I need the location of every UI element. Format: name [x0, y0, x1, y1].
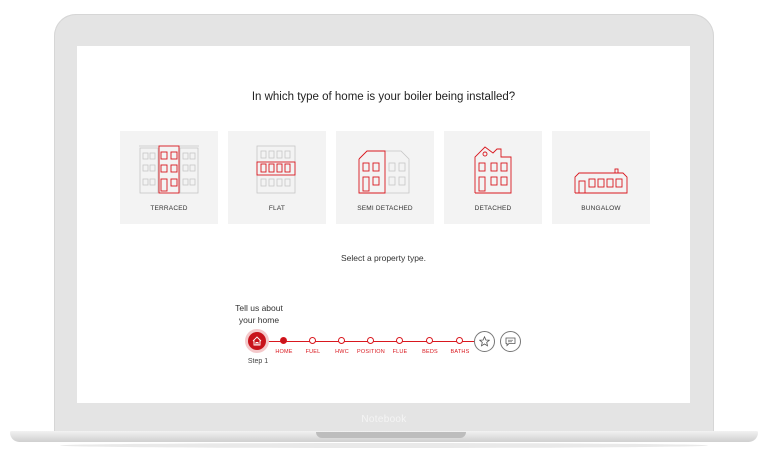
- favourite-button[interactable]: [474, 331, 495, 352]
- question-heading: In which type of home is your boiler bei…: [251, 91, 516, 103]
- step-dot-hwc[interactable]: [338, 337, 345, 344]
- home-step-button[interactable]: [248, 332, 266, 350]
- semi-detached-house-icon: [358, 150, 410, 194]
- flat-icon: [256, 145, 296, 194]
- property-option-detached[interactable]: DETACHED: [444, 131, 542, 224]
- step-dot-flue[interactable]: [396, 337, 403, 344]
- screen: In which type of home is your boiler bei…: [77, 46, 690, 403]
- star-icon: [479, 336, 490, 347]
- chat-icon: [505, 337, 516, 347]
- hint-text: Select a property type.: [340, 253, 427, 263]
- property-option-bungalow[interactable]: BUNGALOW: [552, 131, 650, 224]
- property-option-label: SEMI DETACHED: [357, 205, 413, 212]
- step-dot-beds[interactable]: [426, 337, 433, 344]
- laptop-base-shadow: [60, 443, 708, 448]
- step-label-baths: BATHS: [450, 349, 470, 355]
- chat-button[interactable]: [500, 331, 521, 352]
- bungalow-icon: [574, 168, 628, 194]
- terraced-house-icon: [139, 145, 199, 194]
- step-dot-position[interactable]: [367, 337, 374, 344]
- step-label: Step 1: [247, 358, 269, 365]
- step-dot-fuel[interactable]: [309, 337, 316, 344]
- progress-title: Tell us about your home: [229, 302, 289, 326]
- device-label: Notebook: [361, 414, 407, 425]
- property-option-terraced[interactable]: TERRACED: [120, 131, 218, 224]
- property-option-flat[interactable]: FLAT: [228, 131, 326, 224]
- detached-house-icon: [474, 146, 512, 194]
- laptop-base-notch: [316, 432, 466, 438]
- step-dot-baths[interactable]: [456, 337, 463, 344]
- property-option-label: TERRACED: [150, 205, 188, 212]
- property-option-semi-detached[interactable]: SEMI DETACHED: [336, 131, 434, 224]
- progress-title-line: Tell us about: [235, 303, 283, 313]
- progress-title-line: your home: [238, 315, 280, 325]
- step-dot-home[interactable]: [280, 337, 287, 344]
- home-icon: [252, 336, 262, 346]
- property-option-label: BUNGALOW: [581, 205, 621, 212]
- property-option-label: FLAT: [268, 205, 286, 212]
- property-option-label: DETACHED: [474, 205, 512, 212]
